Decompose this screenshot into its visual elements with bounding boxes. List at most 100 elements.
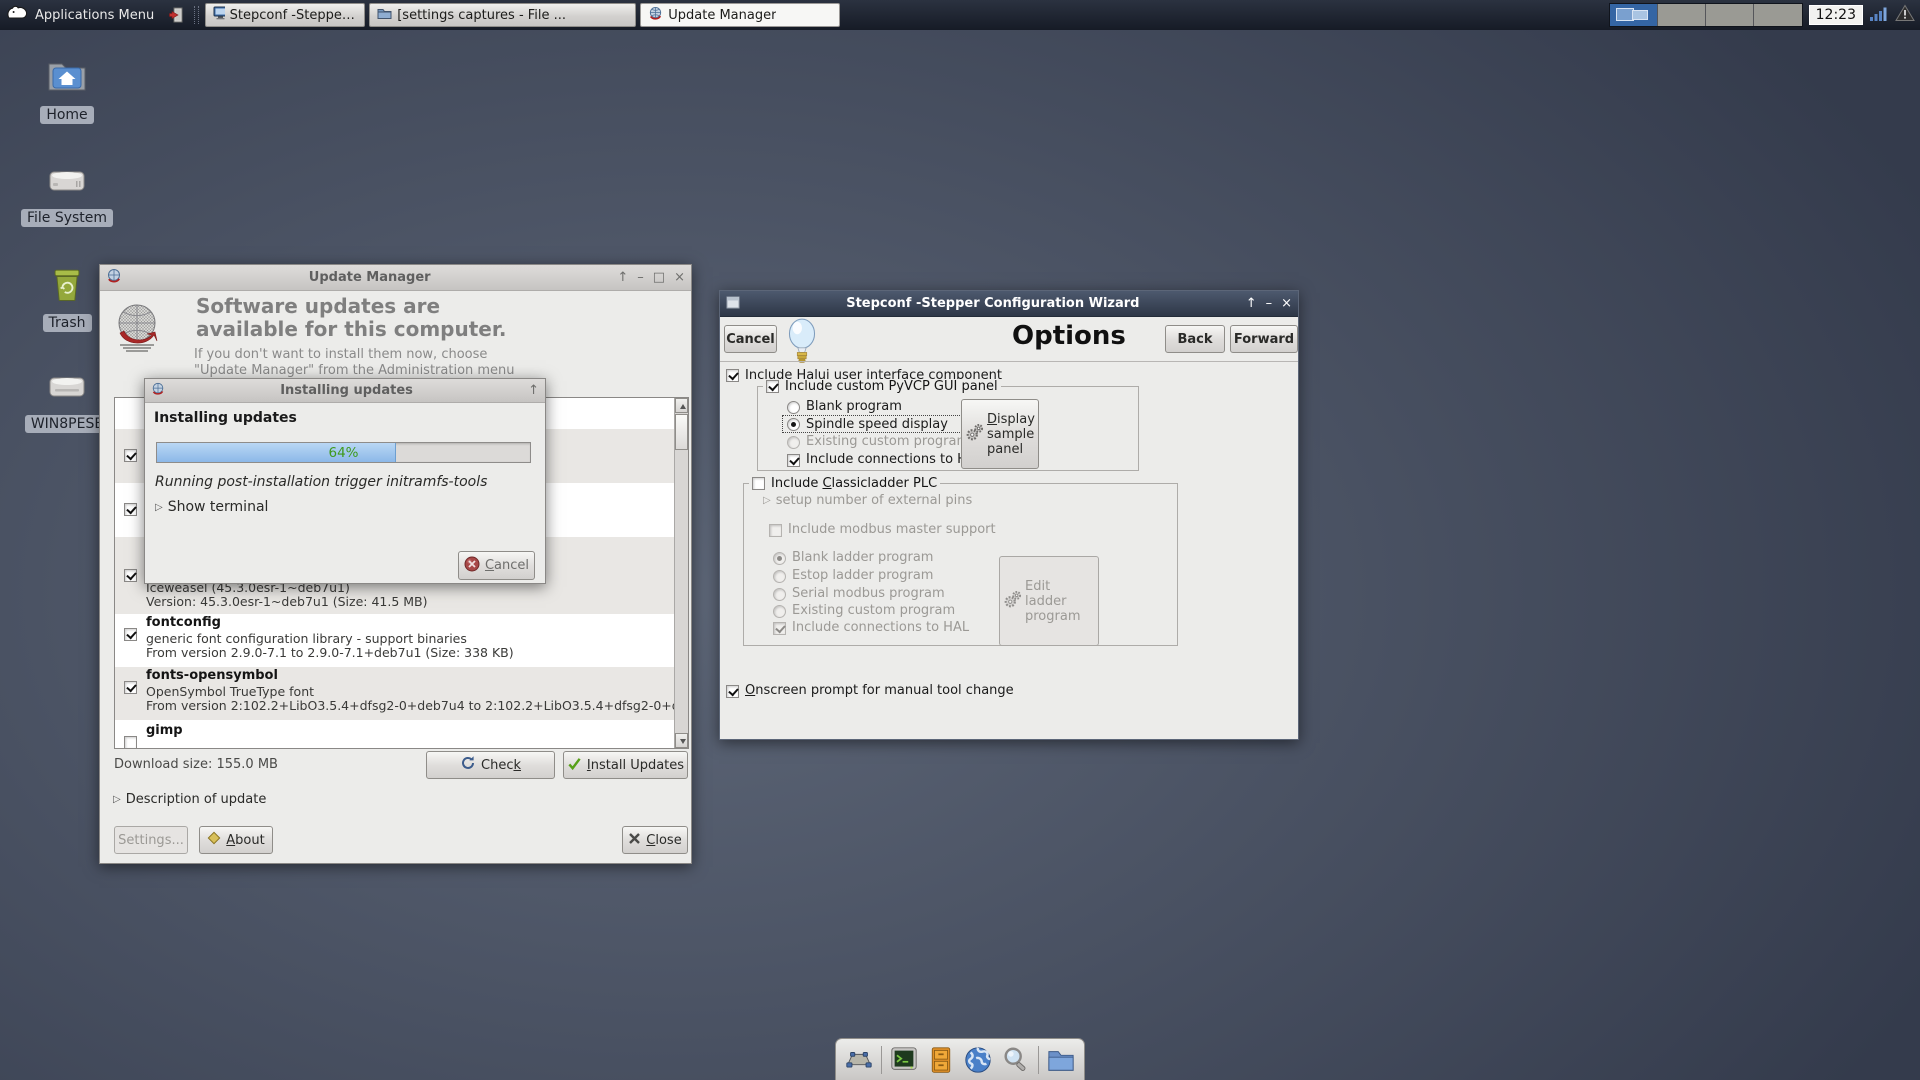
desktop-icon-label: Home <box>40 106 94 124</box>
logout-launcher[interactable] <box>164 3 190 27</box>
package-version: From version 2.9.0-7.1 to 2.9.0-7.1+deb7… <box>146 645 514 660</box>
cancel-button[interactable]: Cancel <box>458 551 535 580</box>
close-icon[interactable]: × <box>1281 296 1292 311</box>
applications-menu-button[interactable]: Applications Menu <box>0 0 164 30</box>
show-desktop-button[interactable] <box>843 1043 875 1076</box>
expander-icon: ▷ <box>113 794 121 805</box>
existing-ladder-radio <box>773 605 786 618</box>
search-launcher[interactable] <box>1000 1043 1032 1076</box>
halui-checkbox[interactable] <box>726 369 739 382</box>
taskbar-button-stepconf[interactable]: Stepconf -Stepper Confi... <box>205 3 366 27</box>
system-tray <box>1869 4 1920 26</box>
back-button[interactable]: Back <box>1165 325 1225 353</box>
blank-program-label: Blank program <box>806 399 902 414</box>
file-cabinet-icon <box>931 1046 951 1073</box>
header-separator <box>720 361 1298 362</box>
update-manager-titlebar[interactable]: Update Manager ↑ – □ × <box>100 265 691 291</box>
warning-icon[interactable] <box>1895 4 1915 26</box>
forward-button[interactable]: Forward <box>1230 325 1298 353</box>
installing-updates-dialog: Installing updates ↑ Installing updates … <box>144 378 546 584</box>
settings-button: Settings... <box>114 826 188 854</box>
serial-modbus-radio <box>773 588 786 601</box>
xfce-logo-icon <box>6 5 28 25</box>
logout-icon <box>169 7 183 23</box>
stepconf-titlebar[interactable]: Stepconf -Stepper Configuration Wizard ↑… <box>720 291 1298 317</box>
install-updates-button[interactable]: Install Updates <box>563 751 688 779</box>
workspace-2[interactable] <box>1657 4 1706 26</box>
check-icon <box>567 756 582 775</box>
dialog-titlebar[interactable]: Installing updates ↑ <box>145 379 545 403</box>
expander-icon: ▷ <box>763 495 771 506</box>
package-checkbox[interactable] <box>124 449 137 462</box>
desktop-icon-home[interactable]: Home <box>12 56 122 124</box>
gears-icon <box>965 422 985 446</box>
package-checkbox[interactable] <box>124 503 137 516</box>
search-icon <box>1004 1047 1026 1071</box>
workspace-switcher <box>1608 3 1803 27</box>
close-button[interactable]: Close <box>622 826 688 854</box>
file-cabinet-launcher[interactable] <box>926 1043 956 1076</box>
drive-icon <box>43 163 91 203</box>
taskbar-button-file-manager[interactable]: [settings captures - File ... <box>369 3 637 27</box>
edit-ladder-button: Edit ladder program <box>999 556 1099 646</box>
package-summary: OpenSymbol TrueType font <box>146 684 315 699</box>
maximize-icon[interactable]: □ <box>653 270 665 285</box>
pyvcp-hal-checkbox[interactable] <box>787 454 800 467</box>
dock-separator <box>1038 1045 1040 1074</box>
page-title: Options <box>1012 321 1126 351</box>
workspace-1[interactable] <box>1609 4 1658 26</box>
display-sample-panel-button[interactable]: Display sample panel <box>961 399 1039 469</box>
taskbar-button-label: Update Manager <box>668 7 777 23</box>
desktop-icon-label: File System <box>20 209 114 227</box>
blank-program-radio[interactable] <box>787 401 800 414</box>
minimize-icon[interactable]: – <box>1266 296 1273 311</box>
onscreen-prompt-checkbox[interactable] <box>726 685 739 698</box>
scrollbar-thumb[interactable] <box>675 414 688 450</box>
spindle-speed-radio[interactable] <box>787 418 800 431</box>
modbus-label: Include modbus master support <box>788 522 996 537</box>
package-checkbox[interactable] <box>124 628 137 641</box>
package-checkbox[interactable] <box>124 736 137 748</box>
taskbar-button-label: Stepconf -Stepper Confi... <box>229 7 358 23</box>
status-text: Running post-installation trigger initra… <box>155 474 488 490</box>
dock-separator <box>881 1045 882 1074</box>
file-manager-launcher[interactable] <box>1045 1043 1077 1076</box>
check-button[interactable]: Check <box>426 751 555 779</box>
desktop-icon-file-system[interactable]: File System <box>12 163 122 227</box>
workspace-4[interactable] <box>1753 4 1802 26</box>
clock: 12:23 <box>1808 5 1863 25</box>
package-summary: generic font configuration library - sup… <box>146 631 467 646</box>
package-checkbox[interactable] <box>124 681 137 694</box>
modbus-checkbox <box>769 524 782 537</box>
terminal-icon <box>891 1046 917 1070</box>
web-browser-launcher[interactable] <box>962 1043 994 1076</box>
close-icon[interactable]: × <box>674 270 685 285</box>
existing-ladder-label: Existing custom program <box>792 603 956 618</box>
shade-icon[interactable]: ↑ <box>617 270 628 285</box>
progress-bar: 64% <box>156 442 531 463</box>
scroll-down-button[interactable] <box>675 733 688 748</box>
shade-icon[interactable]: ↑ <box>1246 296 1257 311</box>
spindle-speed-label: Spindle speed display <box>806 417 948 432</box>
serial-modbus-label: Serial modbus program <box>792 586 945 601</box>
minimize-icon[interactable]: – <box>637 270 644 285</box>
existing-custom-label: Existing custom program <box>806 434 970 449</box>
window-title: Stepconf -Stepper Configuration Wizard <box>846 296 1140 311</box>
show-terminal-expander[interactable]: ▷ Show terminal <box>155 499 268 515</box>
network-signal-icon[interactable] <box>1869 5 1889 26</box>
scroll-up-button[interactable] <box>675 398 688 413</box>
package-checkbox[interactable] <box>124 569 137 582</box>
wizard-cancel-button[interactable]: Cancel <box>724 325 777 353</box>
terminal-launcher[interactable] <box>888 1043 920 1076</box>
taskbar-button-update-manager[interactable]: Update Manager <box>640 3 841 27</box>
workspace-3[interactable] <box>1705 4 1754 26</box>
estop-ladder-label: Estop ladder program <box>792 568 934 583</box>
package-version: From version 2:102.2+LibO3.5.4+dfsg2-0+d… <box>146 698 689 713</box>
globe-icon <box>648 6 663 25</box>
pyvcp-checkbox[interactable] <box>766 380 779 393</box>
about-button[interactable]: About <box>199 826 273 854</box>
description-expander[interactable]: ▷ Description of update <box>113 792 266 807</box>
shade-icon[interactable]: ↑ <box>528 383 539 398</box>
ladder-hal-label: Include connections to HAL <box>792 620 970 635</box>
classicladder-checkbox[interactable] <box>752 477 765 490</box>
